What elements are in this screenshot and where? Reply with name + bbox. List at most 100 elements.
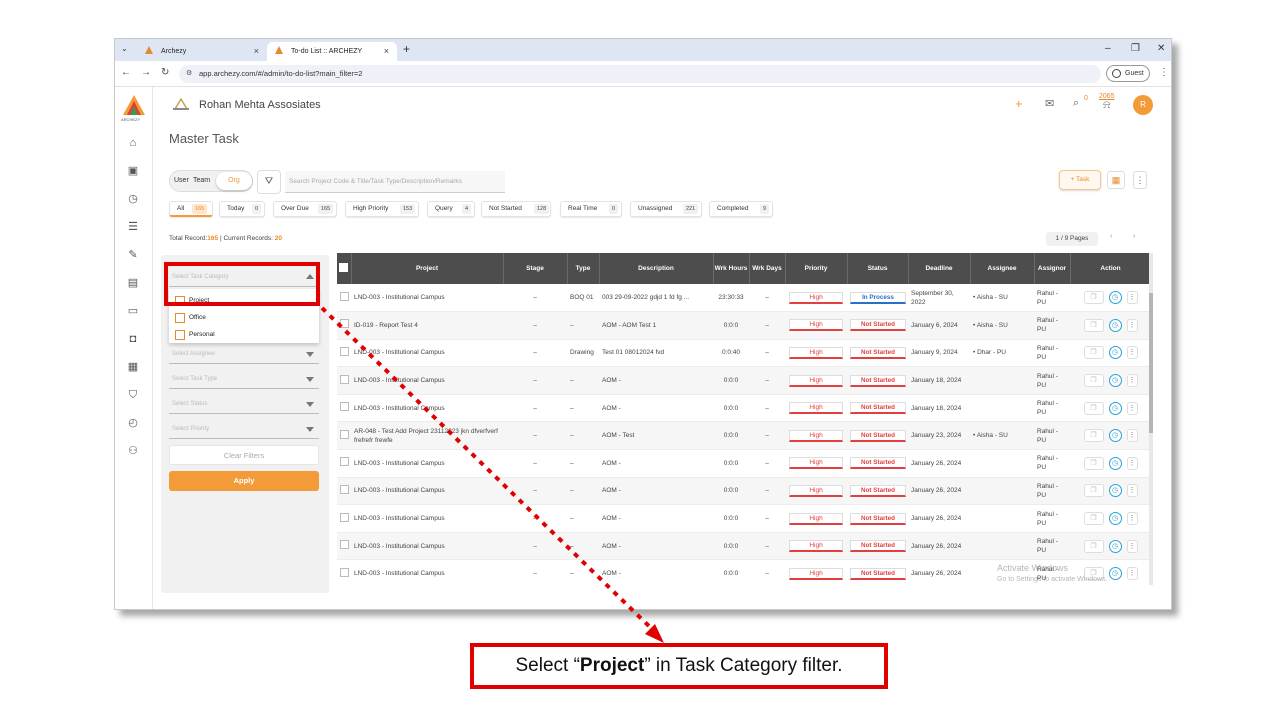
chip-over-due[interactable]: Over Due 165 [273,201,337,217]
project-cell[interactable]: LND-003 - Institutional Campus [351,284,503,313]
clock-icon[interactable]: ◷ [1108,346,1122,360]
table-row[interactable]: LND-003 - Institutional Campus – – AOM -0:0… [337,366,1151,395]
tab-archezy[interactable]: Archezy × [137,42,267,61]
clock-icon[interactable]: ◷ [1108,429,1122,443]
col-deadline[interactable]: Deadline [908,253,971,284]
chip-real-time[interactable]: Real Time 0 [560,201,622,217]
project-cell[interactable]: LND-003 - Institutional Campus [351,504,503,533]
clock-icon[interactable]: ◷ [1108,318,1122,332]
project-cell[interactable]: ID-019 - Report Test 4 [351,311,503,340]
prev-page-icon[interactable]: ‹ [1110,233,1112,240]
col-priority[interactable]: Priority [785,253,848,284]
kebab-icon[interactable]: ⋮ [1126,346,1138,360]
select-all-checkbox[interactable] [339,262,349,272]
col-wrk-hours[interactable]: Wrk Hours [713,253,750,284]
col-assignor[interactable]: Assignor [1034,253,1071,284]
close-icon[interactable]: × [384,46,389,56]
new-tab-icon[interactable]: + [403,42,410,56]
filter-button[interactable]: ⛛ [257,170,281,194]
row-checkbox[interactable] [340,429,349,439]
priority-badge[interactable]: High [789,319,843,332]
building-icon[interactable]: ▣ [127,165,139,177]
document-icon[interactable]: ▭ [127,305,139,317]
chip-completed[interactable]: Completed 9 [709,201,773,217]
comment-icon[interactable]: ❐ [1083,539,1104,553]
scope-user[interactable]: User [174,177,189,184]
table-scrollbar[interactable] [1149,253,1153,585]
table-row[interactable]: LND-003 - Institutional Campus – BOQ 01 003… [337,284,1151,313]
more-options-button[interactable]: ⋮ [1133,171,1147,189]
add-task-button[interactable]: + Task [1059,170,1101,190]
priority-select[interactable]: Select Priority [169,419,319,439]
row-checkbox[interactable] [340,374,349,384]
priority-badge[interactable]: High [789,429,843,442]
team-icon[interactable]: ⚇ [127,445,139,457]
list-icon[interactable]: ☰ [127,221,139,233]
comment-icon[interactable]: ❐ [1083,374,1104,388]
project-cell[interactable]: AR-048 - Test Add Project 23112023 jkn d… [351,421,503,451]
clock-icon[interactable]: ◷ [1108,567,1122,581]
table-row[interactable]: LND-003 - Institutional Campus – – AOM -0:0… [337,449,1151,478]
scope-org[interactable]: Org [216,172,252,190]
reload-icon[interactable]: ↻ [161,67,169,78]
status-badge[interactable]: Not Started [850,484,906,497]
row-checkbox[interactable] [340,457,349,467]
mail-icon[interactable]: ✉ [1045,97,1054,110]
kebab-icon[interactable]: ⋮ [1126,456,1138,470]
kebab-icon[interactable]: ⋮ [1126,484,1138,498]
minimize-icon[interactable]: – [1105,43,1111,54]
back-icon[interactable]: ← [121,67,131,78]
table-row[interactable]: AR-048 - Test Add Project 23112023 jkn d… [337,421,1151,451]
project-cell[interactable]: LND-003 - Institutional Campus [351,339,503,368]
project-cell[interactable]: LND-003 - Institutional Campus [351,477,503,506]
comment-icon[interactable]: ❐ [1083,429,1104,443]
comment-icon[interactable]: ❐ [1083,401,1104,415]
chip-unassigned[interactable]: Unassigned 221 [630,201,702,217]
user-avatar[interactable]: R [1133,95,1153,115]
kebab-icon[interactable]: ⋮ [1126,374,1138,388]
status-badge[interactable]: Not Started [850,512,906,525]
table-row[interactable]: ID-019 - Report Test 4– – AOM - AOM Test 1… [337,311,1151,340]
chip-all[interactable]: All 165 [169,201,213,217]
kebab-icon[interactable]: ⋮ [1126,429,1138,443]
image-icon[interactable]: ▦ [127,361,139,373]
comment-icon[interactable]: ❐ [1083,346,1104,360]
row-checkbox[interactable] [340,402,349,412]
project-cell[interactable]: LND-003 - Institutional Campus [351,394,503,423]
priority-badge[interactable]: High [789,374,843,387]
checkbox[interactable] [175,330,185,340]
comment-icon[interactable]: ❐ [1083,318,1104,332]
search-input[interactable]: Search Project Code & Title/Task Type/De… [285,171,505,193]
bell-icon[interactable]: ⍾ [1103,99,1110,112]
task-clock-icon[interactable]: ◴ [127,417,139,429]
kebab-icon[interactable]: ⋮ [1126,318,1138,332]
status-badge[interactable]: Not Started [850,319,906,332]
option-personal[interactable]: Personal [175,329,215,345]
col-description[interactable]: Description [599,253,714,284]
kebab-icon[interactable]: ⋮ [1126,401,1138,415]
col-assignee[interactable]: Assignee [970,253,1035,284]
clock-icon[interactable]: ◷ [1108,291,1122,305]
apply-button[interactable]: Apply [169,471,319,491]
restore-icon[interactable]: ❐ [1131,43,1140,54]
clock-icon[interactable]: ◷ [1108,401,1122,415]
priority-badge[interactable]: High [789,484,843,497]
table-row[interactable]: LND-003 - Institutional Campus – Drawing Te… [337,339,1151,368]
project-cell[interactable]: LND-003 - Institutional Campus [351,532,503,561]
bag-icon[interactable]: ◘ [127,333,139,345]
clock-icon[interactable]: ◷ [1108,484,1122,498]
row-checkbox[interactable] [340,567,349,577]
forward-icon[interactable]: → [141,67,151,78]
col-project[interactable]: Project [351,253,504,284]
row-checkbox[interactable] [340,291,349,301]
clock-icon[interactable]: ◷ [1108,374,1122,388]
priority-badge[interactable]: High [789,402,843,415]
priority-badge[interactable]: High [789,457,843,470]
home-icon[interactable]: ⌂ [127,137,139,149]
checkbox[interactable] [175,313,185,323]
col-stage[interactable]: Stage [503,253,568,284]
assignee-select[interactable]: Select Assignee [169,344,319,364]
chip-not-started[interactable]: Not Started 128 [481,201,551,217]
row-checkbox[interactable] [340,540,349,550]
kebab-icon[interactable]: ⋮ [1126,291,1138,305]
